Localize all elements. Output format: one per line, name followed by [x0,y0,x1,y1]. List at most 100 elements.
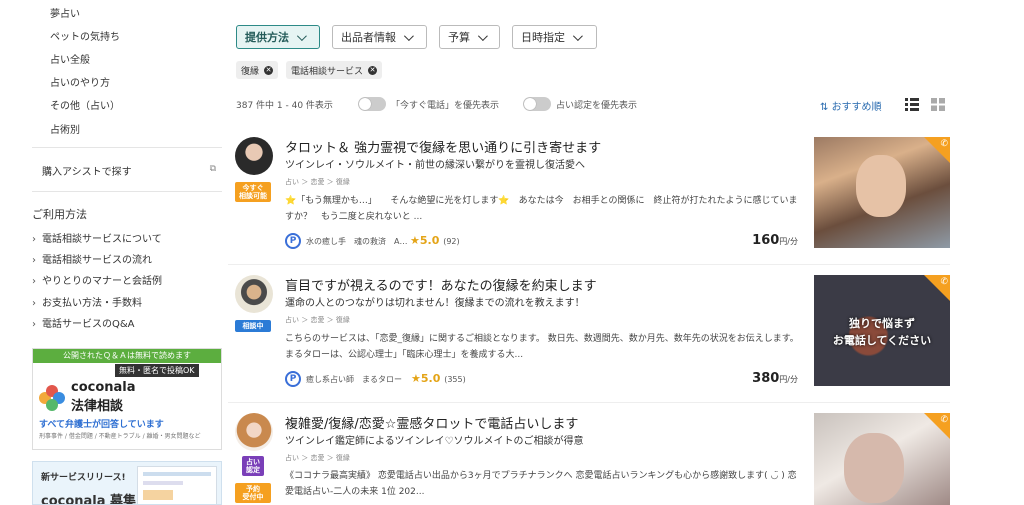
usage-link-label: 電話サービスのQ&A [42,319,135,330]
certified-toggle-label: 占い認定を優先表示 [556,101,638,111]
review-count: (92) [443,237,460,246]
price-value: 160 [752,233,780,248]
listing-thumbnail[interactable]: ✆ [814,137,950,248]
status-badge: 今すぐ 相談可能 [235,182,271,203]
certified-badge: 占い 認定 [242,456,264,477]
price-value: 380 [752,371,780,386]
usage-link-label: やりとりのマナーと会話例 [42,276,162,287]
chip-label: 電話相談サービス [291,66,364,77]
listing-description: ⭐「もう無理かも…」 そんな絶望に光を灯します⭐ あなたは今 お相手との関係に … [285,196,798,222]
chevron-right-icon: › [32,276,36,287]
filter-chip[interactable]: 復縁 ✕ [236,61,279,79]
status-badge: 相談中 [235,320,271,333]
banner-brand: coconala [71,380,136,395]
banner-top-strip: 公開されたＱ＆Ａは無料で読めます [33,349,221,363]
phone-icon: ✆ [924,275,950,301]
listing-card[interactable]: 今すぐ 相談可能 タロット＆ 強力霊視で復縁を思い通りに引き寄せます ツインレイ… [228,137,950,257]
divider [32,191,222,192]
usage-link-label: 電話相談サービスの流れ [42,255,152,266]
close-icon[interactable]: ✕ [264,65,274,75]
avatar[interactable] [235,413,273,451]
divider [228,264,950,265]
listing-title[interactable]: タロット＆ 強力霊視で復縁を思い通りに引き寄せます [285,137,601,156]
sort-dropdown[interactable]: ⇅ おすすめ順 [820,98,882,113]
listing-title[interactable]: 盲目ですが視えるのです！あなたの復縁を約束します [285,275,597,294]
sidebar-category-item[interactable]: ペットの気持ち [50,28,120,43]
banner-fine-print: 刑事事件 / 借金問題 / 不動産トラブル / 離婚・男女問題など [39,433,201,440]
listing-thumbnail[interactable]: ✆ [814,413,950,505]
usage-section-title: ご利用方法 [32,208,87,221]
review-count: (355) [444,375,466,384]
banner-brand: coconala 募集 [41,494,137,505]
rating: ★5.0 (355) [411,372,466,385]
seller-name[interactable]: 水の癒し手 魂の救済 A… [306,236,407,247]
filter-seller-info-button[interactable]: 出品者情報 [332,25,427,49]
avatar[interactable] [235,275,273,313]
listing-card[interactable]: 占い 認定 予約 受付中 複雑愛/復縁/恋愛☆霊感タロットで電話占いします ツイ… [228,413,950,505]
price-unit: 円/分 [779,375,798,384]
listing-title[interactable]: 複雑愛/復縁/恋愛☆霊感タロットで電話占いします [285,413,578,432]
sidebar: 夢占い ペットの気持ち 占い全般 占いのやり方 その他（占い） 占術別 購入アシ… [32,0,222,505]
external-link-icon: ⧉ [209,164,216,174]
new-service-banner[interactable]: 新サービスリリース! coconala 募集 [32,461,222,505]
breadcrumb: 占い ＞ 恋愛 ＞ 復縁 [285,178,350,186]
chevron-right-icon: › [32,298,36,309]
filter-datetime-button[interactable]: 日時指定 [512,25,597,49]
banner-screenshot-image [137,466,217,504]
filter-label: 日時指定 [521,31,565,44]
thumbnail-figure [856,155,906,217]
filter-label: 提供方法 [245,31,289,44]
breadcrumb: 占い ＞ 恋愛 ＞ 復縁 [285,454,350,462]
usage-link[interactable]: › 電話相談サービスについて [32,230,162,245]
usage-link-label: お支払い方法・手数料 [42,298,142,309]
filter-chip[interactable]: 電話相談サービス ✕ [286,61,383,79]
rating: ★5.0 (92) [410,234,460,247]
phone-icon: ✆ [924,413,950,439]
usage-link-label: 電話相談サービスについて [42,234,162,245]
filter-label: 出品者情報 [341,31,396,44]
chevron-down-icon [477,30,488,41]
certified-toggle[interactable] [523,97,551,111]
usage-link[interactable]: › お支払い方法・手数料 [32,294,142,309]
price: 380円/分 [752,371,798,386]
banner-service: 法律相談 [71,399,124,414]
filter-delivery-method-button[interactable]: 提供方法 [236,25,320,49]
banner-tag: 無料・匿名で投稿OK [115,364,199,377]
legal-consultation-banner[interactable]: 公開されたＱ＆Ａは無料で読めます 無料・匿名で投稿OK coconala 法律相… [32,348,222,450]
listing-subtitle: ツインレイ鑑定師によるツインレイ♡ソウルメイトのご相談が得意 [285,436,584,447]
breadcrumb: 占い ＞ 恋愛 ＞ 復縁 [285,316,350,324]
sidebar-category-item[interactable]: 占いのやり方 [50,74,110,89]
sidebar-category-item[interactable]: 占術別 [50,121,80,136]
chevron-down-icon [572,30,583,41]
usage-link[interactable]: › 電話サービスのQ&A [32,315,135,330]
rating-value: 5.0 [420,372,441,385]
usage-link[interactable]: › やりとりのマナーと会話例 [32,272,162,287]
seller-name[interactable]: 癒し系占い師 まるタロー [306,374,402,385]
call-now-toggle-label: 「今すぐ電話」を優先表示 [391,101,500,111]
purchase-assist-link[interactable]: 購入アシストで探す ⧉ [42,163,222,178]
listing-subtitle: ツインレイ・ソウルメイト・前世の縁深い繋がりを霊視し復活愛へ [285,160,585,171]
purchase-assist-label: 購入アシストで探す [42,167,132,178]
avatar[interactable] [235,137,273,175]
filter-budget-button[interactable]: 予算 [439,25,500,49]
divider [228,402,950,403]
sort-label: おすすめ順 [831,102,882,113]
chevron-right-icon: › [32,319,36,330]
call-now-toggle[interactable] [358,97,386,111]
price-unit: 円/分 [779,237,798,246]
close-icon[interactable]: ✕ [368,65,378,75]
results-count: 387 件中 1 - 40 件表示 [236,101,333,111]
listing-description: こちらのサービスは、「恋愛_復縁」に関するご相談となります。 数日先、数週間先、… [285,334,799,360]
listing-card[interactable]: 相談中 盲目ですが視えるのです！あなたの復縁を約束します 運命の人とのつながりは… [228,275,950,395]
platinum-rank-icon: P [285,233,301,249]
sidebar-category-item[interactable]: その他（占い） [50,97,120,112]
sidebar-category-item[interactable]: 占い全般 [50,51,90,66]
usage-link[interactable]: › 電話相談サービスの流れ [32,251,152,266]
grid-view-icon[interactable] [931,98,945,111]
sidebar-category-item[interactable]: 夢占い [50,5,80,20]
list-view-icon[interactable] [905,98,919,111]
banner-title: 新サービスリリース! [41,473,126,483]
listing-thumbnail[interactable]: 独りで悩まず お電話してください ✆ [814,275,950,386]
price: 160円/分 [752,233,798,248]
coconala-logo-icon [39,385,65,411]
